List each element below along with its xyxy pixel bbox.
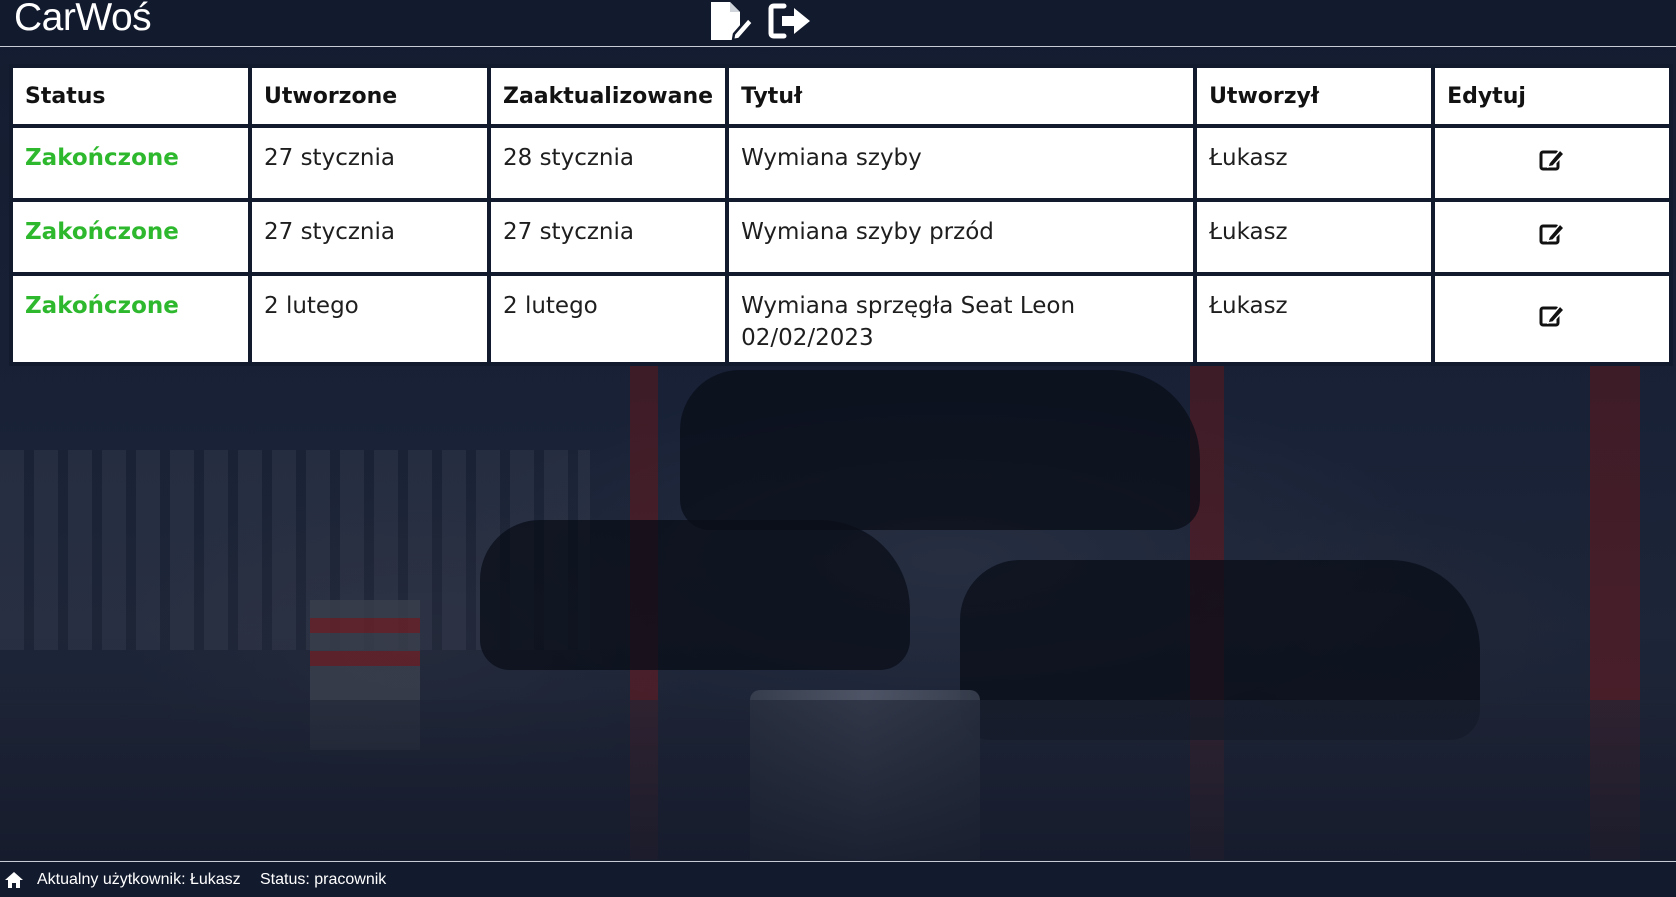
status-badge: Zakończone bbox=[25, 293, 179, 319]
table-header-row: Status Utworzone Zaaktualizowane Tytuł U… bbox=[13, 68, 1670, 124]
orders-table-container: Status Utworzone Zaaktualizowane Tytuł U… bbox=[9, 64, 1674, 366]
background-car bbox=[480, 520, 910, 670]
header-author: Utworzył bbox=[1197, 68, 1432, 124]
edit-cell bbox=[1435, 128, 1670, 198]
top-navbar: CarWoś bbox=[0, 0, 1676, 47]
title-cell: Wymiana szyby przód bbox=[729, 202, 1194, 272]
updated-cell: 28 stycznia bbox=[491, 128, 726, 198]
edit-icon[interactable] bbox=[1538, 302, 1566, 328]
header-title: Tytuł bbox=[729, 68, 1194, 124]
home-icon[interactable] bbox=[4, 871, 24, 889]
status-footer: Aktualny użytkownik: Łukasz Status: prac… bbox=[0, 861, 1676, 897]
author-cell: Łukasz bbox=[1197, 276, 1432, 362]
updated-cell: 27 stycznia bbox=[491, 202, 726, 272]
file-edit-icon[interactable] bbox=[708, 0, 755, 42]
background-floor bbox=[0, 700, 1676, 860]
edit-cell bbox=[1435, 276, 1670, 362]
header-edit: Edytuj bbox=[1435, 68, 1670, 124]
sign-out-icon[interactable] bbox=[768, 0, 814, 42]
background-car bbox=[680, 370, 1200, 530]
created-cell: 27 stycznia bbox=[252, 128, 487, 198]
title-cell: Wymiana sprzęgła Seat Leon 02/02/2023 bbox=[729, 276, 1194, 362]
orders-table: Status Utworzone Zaaktualizowane Tytuł U… bbox=[9, 64, 1674, 366]
status-cell: Zakończone bbox=[13, 128, 248, 198]
created-cell: 2 lutego bbox=[252, 276, 487, 362]
header-updated: Zaaktualizowane bbox=[491, 68, 726, 124]
status-badge: Zakończone bbox=[25, 219, 179, 245]
edit-icon[interactable] bbox=[1538, 146, 1566, 172]
user-status-label: Status: pracownik bbox=[260, 871, 387, 888]
author-cell: Łukasz bbox=[1197, 202, 1432, 272]
table-row: Zakończone 27 stycznia 28 stycznia Wymia… bbox=[13, 128, 1670, 198]
header-created: Utworzone bbox=[252, 68, 487, 124]
table-row: Zakończone 2 lutego 2 lutego Wymiana spr… bbox=[13, 276, 1670, 362]
status-cell: Zakończone bbox=[13, 276, 248, 362]
app-logo-title[interactable]: CarWoś bbox=[14, 0, 152, 40]
current-user-label: Aktualny użytkownik: Łukasz bbox=[37, 871, 241, 888]
author-cell: Łukasz bbox=[1197, 128, 1432, 198]
status-cell: Zakończone bbox=[13, 202, 248, 272]
updated-cell: 2 lutego bbox=[491, 276, 726, 362]
header-status: Status bbox=[13, 68, 248, 124]
edit-icon[interactable] bbox=[1538, 220, 1566, 246]
edit-cell bbox=[1435, 202, 1670, 272]
table-row: Zakończone 27 stycznia 27 stycznia Wymia… bbox=[13, 202, 1670, 272]
created-cell: 27 stycznia bbox=[252, 202, 487, 272]
status-badge: Zakończone bbox=[25, 145, 179, 171]
title-cell: Wymiana szyby bbox=[729, 128, 1194, 198]
